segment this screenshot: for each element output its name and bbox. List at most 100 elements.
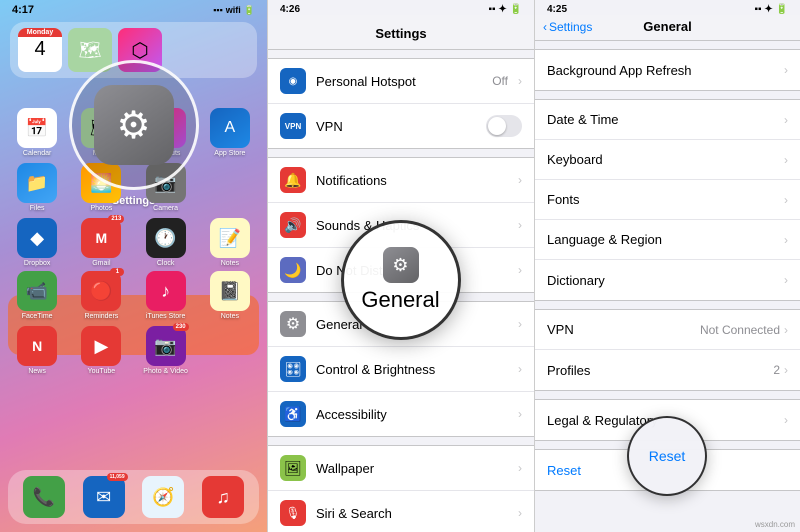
p2-wifi-icon: ✦ [498, 4, 509, 15]
general-section-3: VPN Not Connected › Profiles 2 › [535, 309, 800, 391]
p3-signal-icon: ▪▪ [755, 4, 762, 15]
p3-wifi-icon: ✦ [764, 4, 775, 15]
general-row-icon: ⚙ [280, 311, 306, 337]
list-item[interactable]: 🎛 Control & Brightness › [268, 347, 534, 392]
clock-icon: 🕐 [146, 218, 186, 258]
list-item[interactable]: Language & Region › [535, 220, 800, 260]
list-item[interactable]: M 213 Gmail [72, 218, 130, 267]
settings-app-icon-large[interactable]: ⚙ [94, 85, 174, 165]
chevron-icon: › [518, 218, 522, 232]
calendar-widget[interactable]: Monday 4 [18, 28, 62, 72]
phone-dock-icon: 📞 [23, 476, 65, 518]
datetime-label: Date & Time [547, 112, 784, 127]
chevron-icon: › [518, 74, 522, 88]
mail-dock-icon: ✉ 11,059 [83, 476, 125, 518]
hotspot-value: Off [492, 74, 508, 88]
general-spotlight-circle: ⚙ General [341, 220, 461, 340]
list-item[interactable]: A App Store [201, 108, 259, 157]
list-item[interactable]: 📝 Notes [201, 218, 259, 267]
accessibility-icon: ♿ [280, 401, 306, 427]
list-item[interactable]: Background App Refresh › [535, 50, 800, 90]
chevron-icon: › [784, 363, 788, 377]
list-item[interactable]: ◉ Personal Hotspot Off › [268, 59, 534, 104]
chevron-icon: › [518, 461, 522, 475]
status-time: 4:17 [12, 4, 34, 16]
language-label: Language & Region [547, 232, 784, 247]
chevron-icon: › [784, 63, 788, 77]
reminders-icon: 🔴 1 [81, 271, 121, 311]
chevron-icon: › [518, 173, 522, 187]
list-item[interactable]: 🎙 Siri & Search › [268, 491, 534, 532]
control-icon: 🎛 [280, 356, 306, 382]
battery-icon: 🔋 [244, 5, 255, 16]
vpn-general-label: VPN [547, 322, 700, 337]
p3-nav-bar: ‹ Settings General [535, 15, 800, 41]
list-item[interactable]: ✉ 11,059 [83, 476, 125, 518]
itunes-icon: ♪ [146, 271, 186, 311]
vpn-toggle[interactable] [486, 115, 522, 137]
settings-section-personalization: 🖼 Wallpaper › 🎙 Siri & Search › 👤 Face I… [268, 445, 534, 532]
list-item[interactable]: 🖼 Wallpaper › [268, 446, 534, 491]
list-item[interactable]: ♿ Accessibility › [268, 392, 534, 436]
app-grid-2: ◆ Dropbox M 213 Gmail 🕐 Clock 📝 Notes [8, 218, 259, 267]
settings-spotlight-circle: ⚙ [69, 60, 199, 190]
mail-badge: 11,059 [107, 473, 128, 481]
app-label: iTunes Store [146, 313, 185, 320]
chevron-icon: › [518, 506, 522, 520]
safari-dock-icon: 🧭 [142, 476, 184, 518]
back-chevron-icon: ‹ [543, 20, 547, 34]
list-item[interactable]: 🔴 1 Reminders [72, 271, 130, 320]
chevron-icon: › [518, 362, 522, 376]
app-label: Camera [153, 205, 178, 212]
general-settings-panel: 4:25 ▪▪ ✦ 🔋 ‹ Settings General Backgroun… [534, 0, 800, 532]
reset-circle-label: Reset [649, 448, 686, 464]
p3-battery-icon: 🔋 [776, 4, 788, 15]
list-item[interactable]: ◆ Dropbox [8, 218, 66, 267]
reminders-badge: 1 [110, 268, 124, 276]
keyboard-label: Keyboard [547, 152, 784, 167]
siri-icon: 🎙 [280, 500, 306, 526]
app-label: News [28, 368, 46, 375]
list-item[interactable]: ♪ iTunes Store [137, 271, 195, 320]
p2-status-bar: 4:26 ▪▪ ✦ 🔋 [268, 0, 534, 15]
list-item[interactable]: 🧭 [142, 476, 184, 518]
hotspot-label: Personal Hotspot [316, 74, 482, 89]
list-item[interactable]: 📞 [23, 476, 65, 518]
list-item[interactable]: 📹 FaceTime [8, 271, 66, 320]
app-dock: 📞 ✉ 11,059 🧭 ♫ [8, 470, 259, 524]
background-refresh-label: Background App Refresh [547, 63, 784, 78]
notes2-icon: 📓 [210, 271, 250, 311]
youtube-icon: ▶ [81, 326, 121, 366]
p2-status-time: 4:26 [280, 4, 300, 15]
vpn-general-value: Not Connected [700, 323, 780, 337]
list-item[interactable]: Date & Time › [535, 100, 800, 140]
back-button[interactable]: ‹ Settings [543, 20, 592, 34]
chevron-icon: › [784, 153, 788, 167]
list-item[interactable]: 📓 Notes [201, 271, 259, 320]
list-item[interactable]: ♫ [202, 476, 244, 518]
app-label: Notes [221, 313, 239, 320]
general-circle-label: General [361, 287, 439, 313]
accessibility-label: Accessibility [316, 407, 508, 422]
list-item[interactable]: Dictionary › [535, 260, 800, 300]
list-item[interactable]: VPN VPN [268, 104, 534, 148]
calendar-day-name: Monday [18, 28, 62, 37]
list-item[interactable]: VPN Not Connected › [535, 310, 800, 350]
chevron-icon: › [518, 407, 522, 421]
maps-icon: 🗺 [79, 40, 102, 61]
general-circle-gear-icon: ⚙ [383, 247, 419, 283]
wifi-icon: wifi [226, 5, 241, 15]
iphone-home-screen: 4:17 ▪▪▪ wifi 🔋 Monday 4 🗺 ⬡ ⚙ Settings … [0, 0, 267, 532]
list-item[interactable]: 🔔 Notifications › [268, 158, 534, 203]
list-item[interactable]: Profiles 2 › [535, 350, 800, 390]
list-item[interactable]: 📅 Calendar [8, 108, 66, 157]
gear-icon: ⚙ [116, 103, 150, 148]
list-item[interactable]: 🕐 Clock [137, 218, 195, 267]
toggle-thumb [488, 117, 506, 135]
chevron-icon: › [784, 273, 788, 287]
list-item[interactable]: 📁 Files [8, 163, 66, 212]
gmail-badge: 213 [108, 215, 124, 223]
signal-icon: ▪▪▪ [213, 5, 223, 15]
list-item[interactable]: Keyboard › [535, 140, 800, 180]
list-item[interactable]: Fonts › [535, 180, 800, 220]
